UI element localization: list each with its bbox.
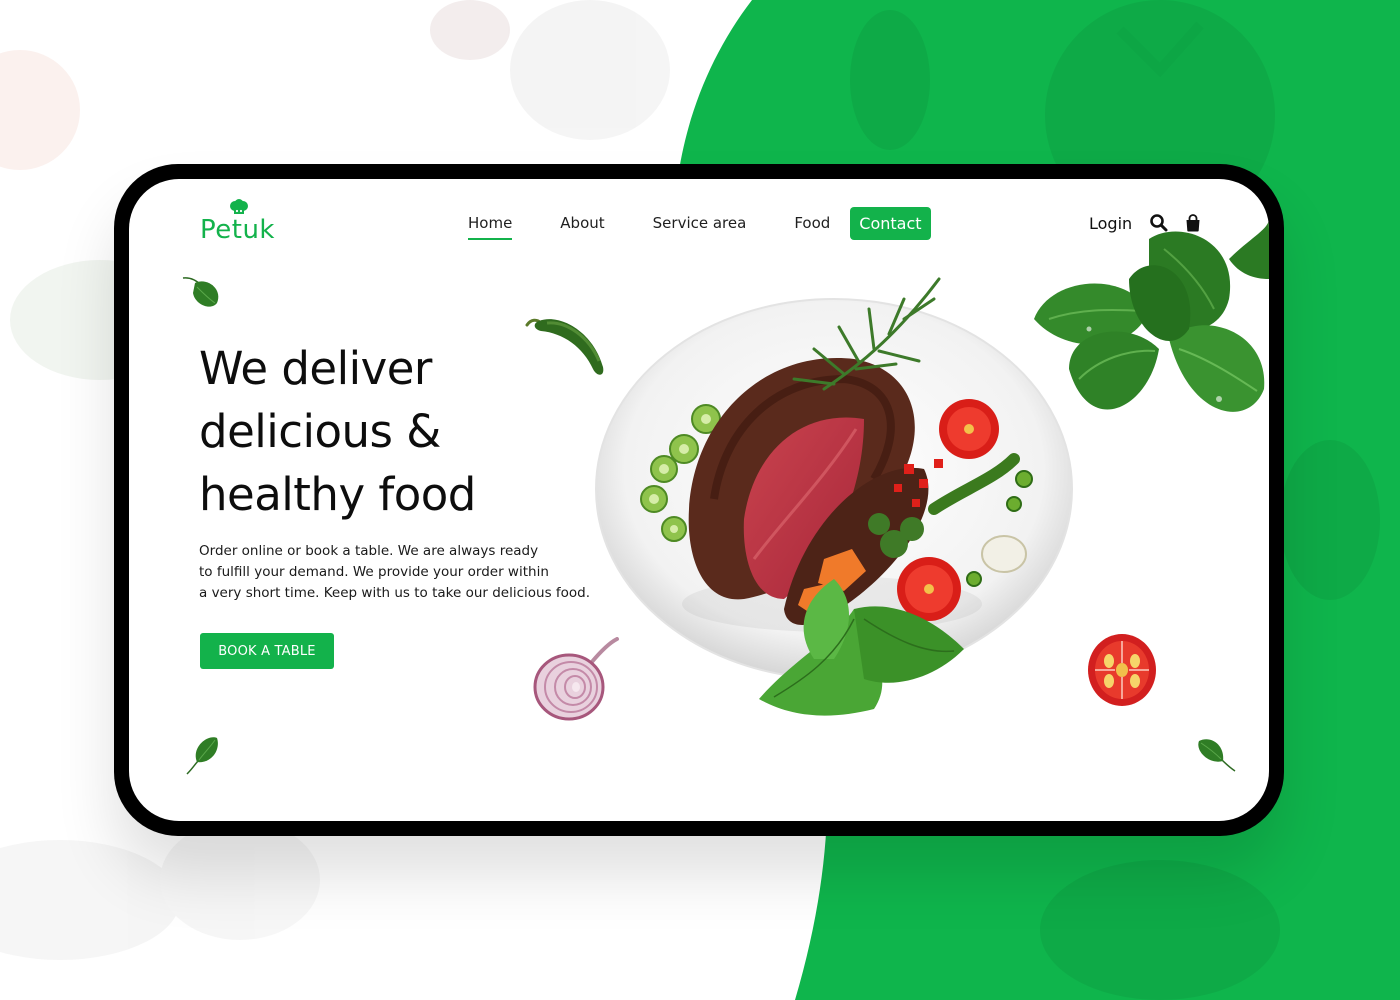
steak-plate-image (595, 277, 1073, 716)
spinach-leaf-icon (182, 277, 219, 307)
contact-button[interactable]: Contact (850, 206, 931, 240)
hero-description-line: a very short time. Keep with us to take … (199, 585, 591, 601)
hero-description-line: to fulfill your demand. We provide your … (199, 564, 549, 580)
nav-item-about[interactable]: About (560, 208, 604, 238)
spinach-leaf-icon (1198, 739, 1236, 772)
brand-name: Petuk (200, 215, 275, 245)
nav-item-home[interactable]: Home (468, 208, 513, 240)
website-screen: Petuk Home About Service area Food Conta… (129, 179, 1269, 821)
brand-logo[interactable]: Petuk (200, 199, 275, 243)
hero-description: Order online or book a table. We are alw… (199, 541, 619, 604)
nav-item-service-area[interactable]: Service area (653, 208, 747, 238)
main-navigation: Home About Service area Food Contact (468, 206, 931, 240)
hero-title-line: delicious & (199, 405, 441, 458)
device-frame: Petuk Home About Service area Food Conta… (114, 164, 1284, 836)
spinach-leaf-icon (186, 737, 218, 775)
nav-item-food[interactable]: Food (794, 208, 830, 238)
tomato-slice-icon (1088, 634, 1156, 706)
hero-description-line: Order online or book a table. We are alw… (199, 543, 539, 559)
book-a-table-button[interactable]: BOOK A TABLE (200, 633, 334, 669)
hero-title-line: healthy food (199, 468, 476, 521)
chef-hat-icon (230, 199, 248, 214)
